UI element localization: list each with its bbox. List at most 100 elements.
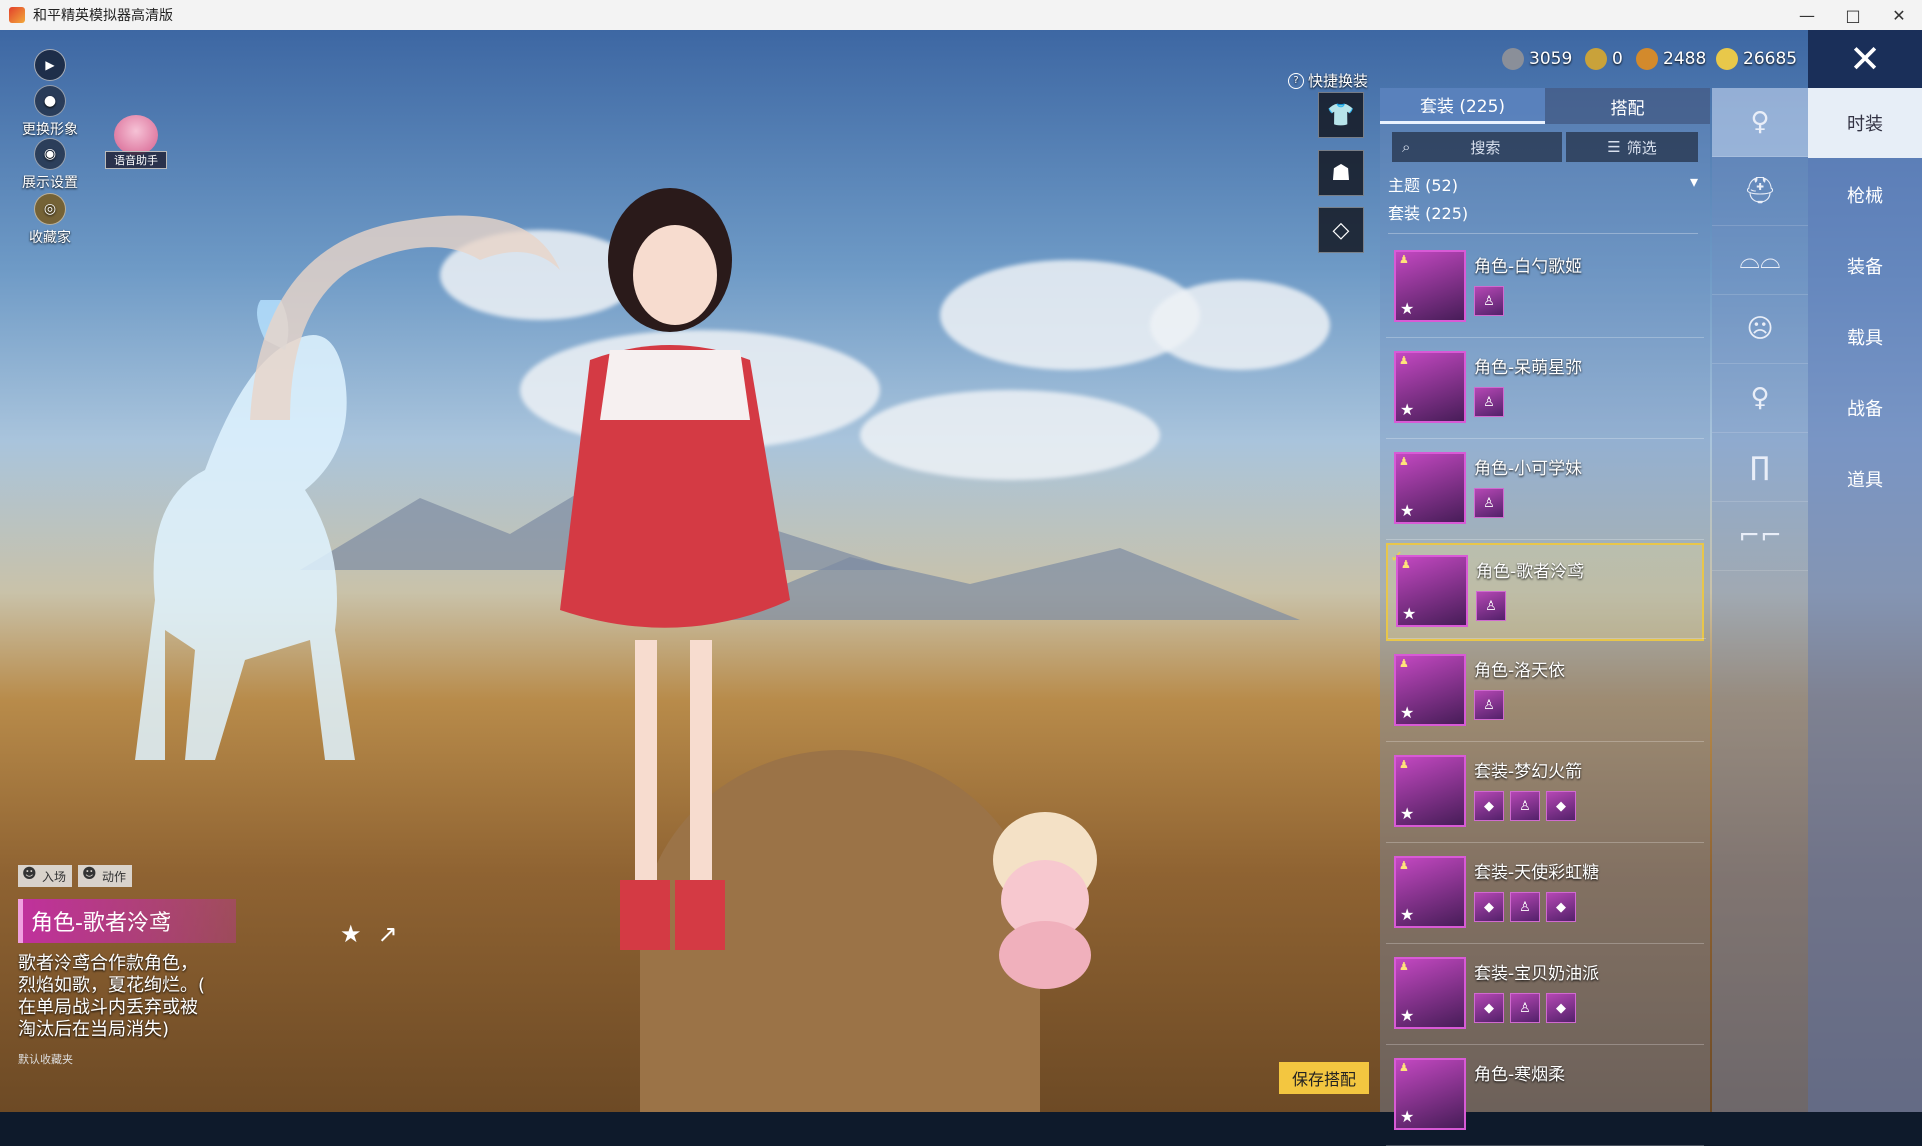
collector-button[interactable]: ◎ 收藏家 bbox=[14, 193, 86, 247]
item-part-thumb[interactable]: ♙ bbox=[1510, 993, 1540, 1023]
outfit-item[interactable]: ♟ ★ 套装-宝贝奶油派 ◆ ♙ ◆ bbox=[1386, 947, 1704, 1045]
item-part-thumb[interactable]: ♙ bbox=[1474, 387, 1504, 417]
action-icons: ★ ↗ bbox=[340, 920, 398, 948]
category-props[interactable]: 道具 bbox=[1808, 444, 1922, 514]
category-equipment[interactable]: 装备 bbox=[1808, 231, 1922, 301]
outfit-item[interactable]: ♟ ★ 套装-天使彩虹糖 ◆ ♙ ◆ bbox=[1386, 846, 1704, 944]
window-title: 和平精英模拟器高清版 bbox=[33, 8, 173, 24]
outfit-item[interactable]: ♟ ★ 角色-寒烟柔 bbox=[1386, 1048, 1704, 1146]
voice-assistant-button[interactable]: 语音助手 bbox=[105, 115, 167, 171]
item-part-thumb[interactable]: ◆ bbox=[1546, 892, 1576, 922]
item-part-thumb[interactable]: ◆ bbox=[1546, 993, 1576, 1023]
window-titlebar: 和平精英模拟器高清版 — □ ✕ bbox=[0, 0, 1922, 30]
category-vehicles[interactable]: 载具 bbox=[1808, 302, 1922, 372]
slot-full-outfit-icon[interactable]: ♀ bbox=[1712, 88, 1808, 157]
bronze-coin-icon bbox=[1636, 48, 1658, 70]
caret-down-icon: ▾ bbox=[1689, 172, 1698, 191]
outfit-item[interactable]: ♟ ★ 角色-呆萌星弥 ♙ bbox=[1386, 341, 1704, 439]
star-icon: ★ bbox=[1402, 604, 1417, 623]
item-thumbnail: ♟ ★ bbox=[1394, 957, 1466, 1029]
change-look-button[interactable]: ● 更换形象 bbox=[14, 85, 86, 139]
category-battle-prep[interactable]: 战备 bbox=[1808, 373, 1922, 443]
voice-assistant-label: 语音助手 bbox=[105, 151, 167, 169]
outfit-item[interactable]: ♟ ★ 角色-小可学妹 ♙ bbox=[1386, 442, 1704, 540]
favorites-folder-label[interactable]: 默认收藏夹 bbox=[18, 1051, 248, 1067]
token-coin-icon bbox=[1585, 48, 1607, 70]
share-icon[interactable]: ↗ bbox=[378, 920, 398, 948]
tab-suits[interactable]: 套装 (225) bbox=[1380, 88, 1545, 124]
voice-assistant-portrait bbox=[114, 115, 158, 155]
item-part-thumb[interactable]: ◆ bbox=[1474, 892, 1504, 922]
app-icon bbox=[9, 7, 25, 23]
character-tag-icon: ♟ bbox=[1399, 455, 1409, 468]
item-parts: ♙ bbox=[1474, 286, 1504, 316]
item-thumbnail: ♟ ★ bbox=[1394, 351, 1466, 423]
collector-label: 收藏家 bbox=[29, 230, 71, 246]
search-input[interactable]: ⌕ 搜索 bbox=[1392, 132, 1562, 162]
category-column: ✕ 时装 枪械 装备 载具 战备 道具 bbox=[1808, 30, 1922, 1112]
theme-dropdown[interactable]: 主题 (52) ▾ bbox=[1388, 172, 1698, 196]
filter-button[interactable]: ☰ 筛选 bbox=[1566, 132, 1698, 162]
slot-top-icon[interactable]: ♀ bbox=[1712, 364, 1808, 433]
slot-hat-icon[interactable]: ⛑ bbox=[1712, 157, 1808, 226]
item-thumbnail: ♟ ★ bbox=[1396, 555, 1468, 627]
slot-pants-icon[interactable]: ∏ bbox=[1712, 433, 1808, 502]
item-part-thumb[interactable]: ♙ bbox=[1476, 591, 1506, 621]
item-name: 套装-梦幻火箭 bbox=[1474, 762, 1583, 782]
item-part-thumb[interactable]: ♙ bbox=[1474, 488, 1504, 518]
role-title: 角色-歌者泠鸢 bbox=[18, 899, 236, 943]
slot-mask-icon[interactable]: ☹ bbox=[1712, 295, 1808, 364]
outfit-item[interactable]: ✓ ♟ ★ 角色-歌者泠鸢 ♙ bbox=[1386, 543, 1706, 641]
item-name: 角色-小可学妹 bbox=[1474, 459, 1583, 479]
item-part-thumb[interactable]: ◆ bbox=[1546, 791, 1576, 821]
character-tag-icon: ♟ bbox=[1399, 960, 1409, 973]
minimize-button[interactable]: — bbox=[1784, 0, 1830, 30]
suit-count: 套装 (225) bbox=[1388, 204, 1469, 223]
item-parts: ♙ bbox=[1474, 690, 1504, 720]
currency-bronze: 2488 bbox=[1636, 48, 1706, 70]
item-part-thumb[interactable]: ♙ bbox=[1510, 791, 1540, 821]
item-part-thumb[interactable]: ♙ bbox=[1474, 690, 1504, 720]
maximize-button[interactable]: □ bbox=[1830, 0, 1876, 30]
item-part-thumb[interactable]: ◆ bbox=[1474, 791, 1504, 821]
divider bbox=[1388, 233, 1698, 234]
diamond-icon: ◇ bbox=[1332, 217, 1350, 243]
slot-shoes-icon[interactable]: ⌐⌐ bbox=[1712, 502, 1808, 571]
slot-glasses-icon[interactable]: ⌓⌓ bbox=[1712, 226, 1808, 295]
outfit-item[interactable]: ♟ ★ 套装-梦幻火箭 ◆ ♙ ◆ bbox=[1386, 745, 1704, 843]
character-tag-icon: ♟ bbox=[1399, 253, 1409, 266]
expand-menu-button[interactable]: ▶ bbox=[34, 49, 66, 81]
window-close-button[interactable]: ✕ bbox=[1876, 0, 1922, 30]
avatar-frame-icon: ☗ bbox=[1331, 160, 1351, 186]
shirt-icon: 👕 bbox=[1327, 102, 1355, 128]
category-fashion[interactable]: 时装 bbox=[1808, 88, 1922, 158]
entrance-button[interactable]: 入场 bbox=[18, 865, 73, 887]
slot-icon-column: ♀ ⛑ ⌓⌓ ☹ ♀ ∏ ⌐⌐ bbox=[1712, 88, 1808, 1112]
display-settings-button[interactable]: ◉ 展示设置 bbox=[14, 138, 86, 192]
close-icon[interactable]: ✕ bbox=[1808, 30, 1922, 88]
save-outfit-button[interactable]: 保存搭配 bbox=[1279, 1062, 1369, 1094]
item-part-thumb[interactable]: ◆ bbox=[1474, 993, 1504, 1023]
currency-gold: 26685 bbox=[1716, 48, 1797, 70]
action-button[interactable]: 动作 bbox=[78, 865, 133, 887]
character-tag-icon: ♟ bbox=[1401, 558, 1411, 571]
quick-diamond-button[interactable]: ◇ bbox=[1318, 207, 1364, 253]
quick-avatar-button[interactable]: ☗ bbox=[1318, 150, 1364, 196]
item-part-thumb[interactable]: ♙ bbox=[1474, 286, 1504, 316]
outfit-item[interactable]: ♟ ★ 角色-洛天依 ♙ bbox=[1386, 644, 1704, 742]
quick-outfit-button[interactable]: 👕 bbox=[1318, 92, 1364, 138]
divider bbox=[1388, 638, 1706, 639]
character-tag-icon: ♟ bbox=[1399, 354, 1409, 367]
character-tag-icon: ♟ bbox=[1399, 758, 1409, 771]
quick-change-label[interactable]: ? 快捷换装 bbox=[1288, 70, 1368, 91]
favorite-add-icon[interactable]: ★ bbox=[340, 920, 362, 948]
silver-coin-icon bbox=[1502, 48, 1524, 70]
item-name: 套装-天使彩虹糖 bbox=[1474, 863, 1600, 883]
divider bbox=[1386, 842, 1704, 843]
outfit-item[interactable]: ♟ ★ 角色-白勺歌姬 ♙ bbox=[1386, 240, 1704, 338]
tab-match[interactable]: 搭配 bbox=[1545, 88, 1710, 124]
category-guns[interactable]: 枪械 bbox=[1808, 160, 1922, 230]
item-name: 角色-白勺歌姬 bbox=[1474, 257, 1583, 277]
item-part-thumb[interactable]: ♙ bbox=[1510, 892, 1540, 922]
pink-snow-pet bbox=[993, 812, 1097, 989]
